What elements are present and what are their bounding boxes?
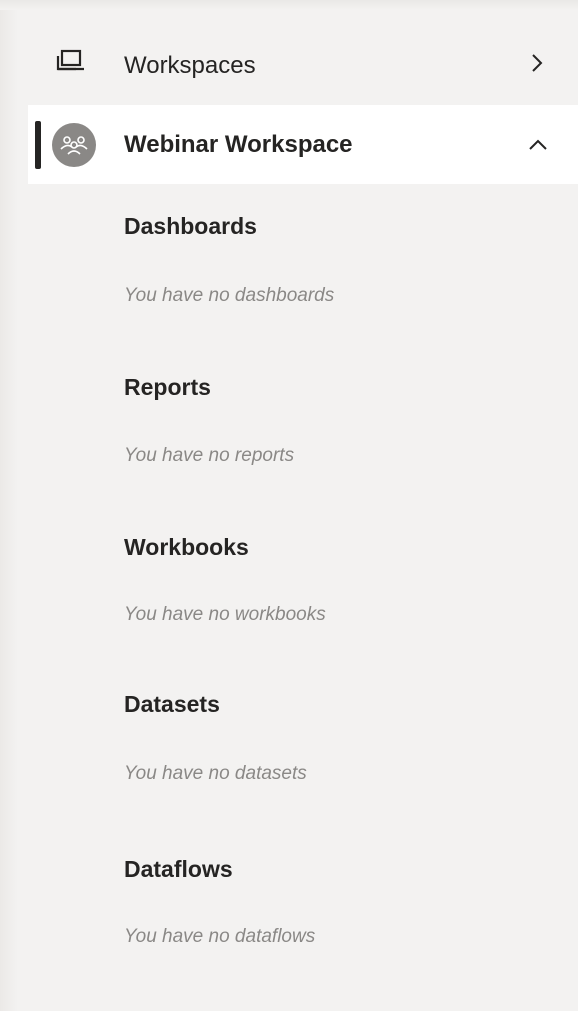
section-empty-dataflows: You have no dataflows bbox=[124, 926, 316, 947]
section-empty-dashboards: You have no dashboards bbox=[124, 285, 335, 306]
section-empty-reports: You have no reports bbox=[124, 445, 295, 466]
section-empty-workbooks: You have no workbooks bbox=[124, 604, 326, 625]
section-title-reports[interactable]: Reports bbox=[124, 373, 211, 401]
chevron-up-icon[interactable] bbox=[526, 136, 550, 152]
section-title-datasets[interactable]: Datasets bbox=[124, 690, 220, 718]
active-indicator bbox=[35, 121, 41, 169]
workspaces-icon bbox=[56, 49, 84, 71]
nav-item-workspaces-label: Workspaces bbox=[124, 52, 256, 79]
section-empty-datasets: You have no datasets bbox=[124, 763, 307, 784]
nav-item-workspaces[interactable] bbox=[0, 27, 578, 105]
chevron-right-icon[interactable] bbox=[528, 51, 546, 75]
section-title-dataflows[interactable]: Dataflows bbox=[124, 855, 233, 883]
section-title-workbooks[interactable]: Workbooks bbox=[124, 533, 249, 561]
group-avatar-icon bbox=[52, 123, 96, 167]
section-title-dashboards[interactable]: Dashboards bbox=[124, 212, 257, 240]
navigation-pane: Workspaces Webinar Workspace Dashboards … bbox=[0, 0, 578, 1011]
nav-item-webinar-workspace-label: Webinar Workspace bbox=[124, 131, 353, 158]
pane-shadow-top bbox=[0, 0, 578, 10]
pane-shadow-left bbox=[0, 0, 18, 1011]
